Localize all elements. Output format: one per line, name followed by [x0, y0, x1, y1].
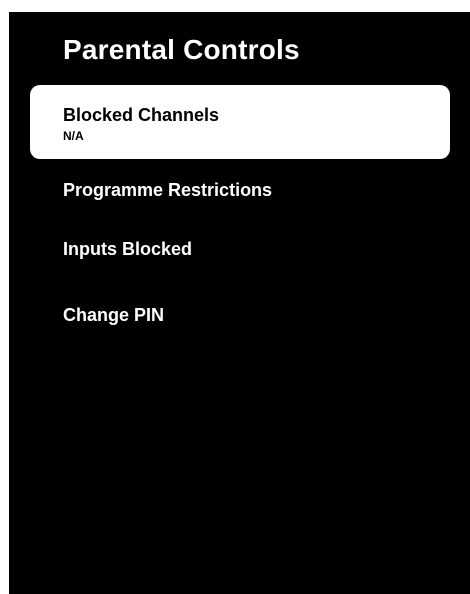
menu-item-label: Blocked Channels — [63, 105, 220, 125]
menu-item-blocked-channels[interactable]: Blocked Channels N/A — [30, 85, 450, 159]
menu-item-label: Change PIN — [63, 305, 165, 325]
menu-item-label: Programme Restrictions — [63, 180, 273, 200]
menu-item-programme-restrictions[interactable]: Programme Restrictions — [30, 180, 450, 201]
menu-item-inputs-blocked[interactable]: Inputs Blocked — [30, 239, 450, 260]
menu-item-label: Inputs Blocked — [63, 239, 193, 259]
menu-item-change-pin[interactable]: Change PIN — [30, 305, 450, 326]
tv-settings-screen: Parental Controls Blocked Channels N/A P… — [9, 12, 470, 594]
menu-item-value: N/A — [63, 129, 84, 143]
page-title: Parental Controls — [63, 34, 300, 65]
